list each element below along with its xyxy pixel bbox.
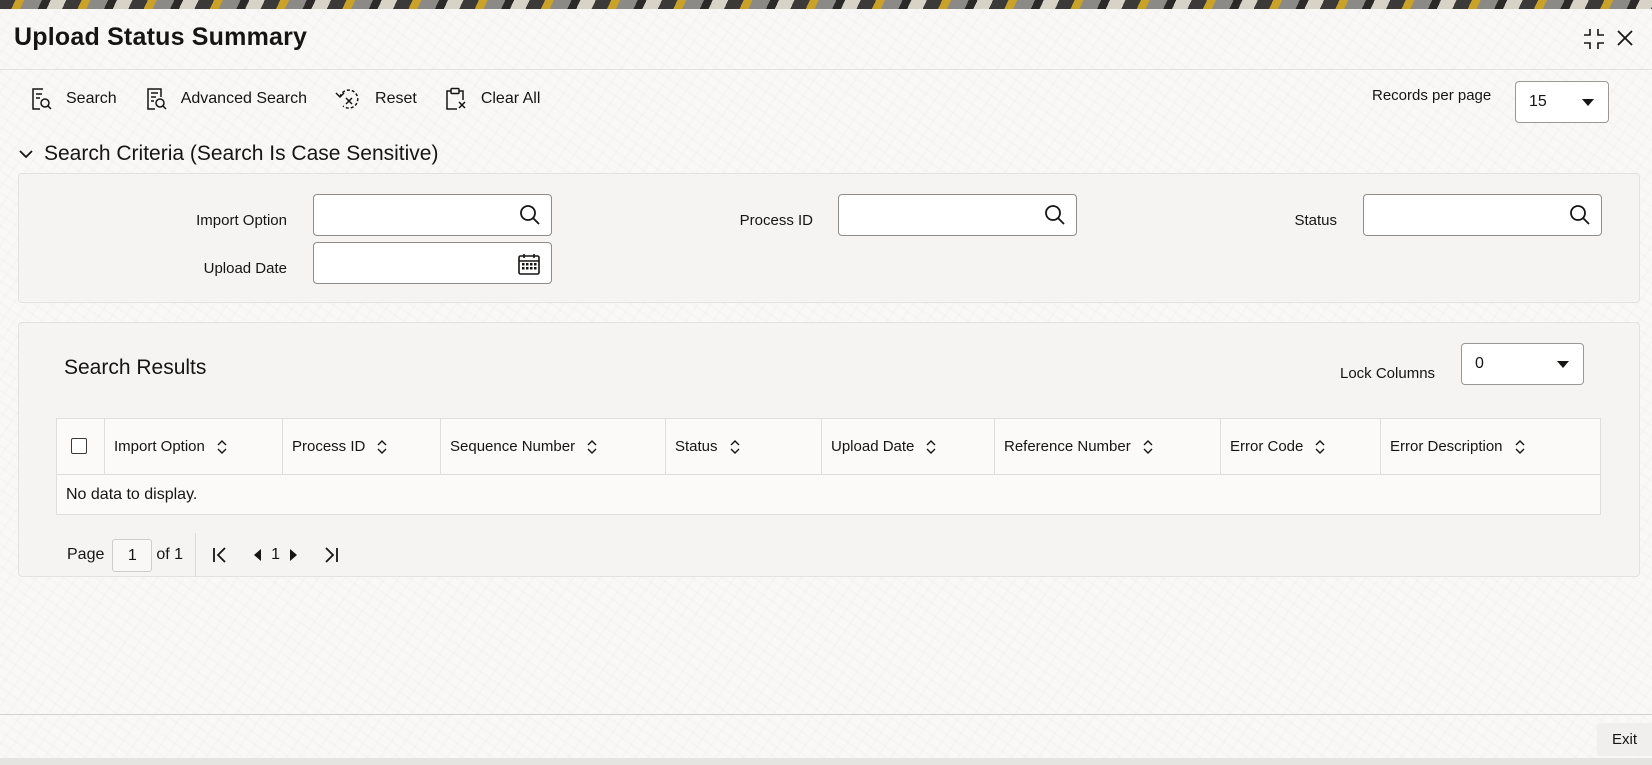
sort-icon xyxy=(1143,439,1153,454)
upload-status-summary-window: Upload Status Summary Search Advanced Se… xyxy=(0,9,1652,765)
lock-columns-value: 0 xyxy=(1475,355,1484,372)
search-button[interactable]: Search xyxy=(30,87,117,111)
page-number-input[interactable]: 1 xyxy=(112,538,153,572)
bottom-edge xyxy=(0,758,1652,765)
column-header-sequence-number[interactable]: Sequence Number xyxy=(440,419,665,474)
column-header-status[interactable]: Status xyxy=(665,419,821,474)
records-per-page-value: 15 xyxy=(1529,93,1547,110)
header-divider xyxy=(0,69,1652,70)
page-title: Upload Status Summary xyxy=(14,23,308,51)
import-option-field[interactable] xyxy=(313,194,552,236)
page-label: Page xyxy=(67,546,105,563)
column-header-reference-number[interactable]: Reference Number xyxy=(994,419,1220,474)
sort-icon xyxy=(377,439,387,454)
advanced-search-button-label: Advanced Search xyxy=(180,90,308,107)
magnifier-icon[interactable] xyxy=(1569,204,1591,231)
column-label: Error Description xyxy=(1390,438,1503,455)
chevron-down-icon xyxy=(1582,99,1594,106)
clear-all-icon xyxy=(446,87,466,110)
first-page-icon[interactable] xyxy=(212,547,228,563)
search-button-label: Search xyxy=(66,90,117,107)
magnifier-icon[interactable] xyxy=(519,204,541,231)
search-results-heading: Search Results xyxy=(64,356,207,379)
reset-button-label: Reset xyxy=(375,90,417,107)
sort-icon xyxy=(1315,439,1325,454)
column-label: Upload Date xyxy=(831,438,915,455)
column-header-import-option[interactable]: Import Option xyxy=(104,419,282,474)
current-page-number: 1 xyxy=(271,546,280,563)
collapse-icon[interactable] xyxy=(1582,27,1606,56)
lock-columns-select[interactable]: 0 xyxy=(1461,343,1584,385)
upload-date-field[interactable] xyxy=(313,242,552,284)
records-per-page-label: Records per page xyxy=(1372,87,1492,104)
process-id-field[interactable] xyxy=(838,194,1077,236)
column-label: Process ID xyxy=(292,438,366,455)
reset-button[interactable]: Reset xyxy=(335,87,417,111)
calendar-icon[interactable] xyxy=(517,252,541,281)
footer-divider xyxy=(0,714,1652,715)
advanced-search-button[interactable]: Advanced Search xyxy=(145,87,307,111)
upload-date-label: Upload Date xyxy=(203,260,287,277)
sort-icon xyxy=(217,439,227,454)
search-criteria-heading: Search Criteria (Search Is Case Sensitiv… xyxy=(44,142,439,165)
chevron-down-icon xyxy=(19,150,33,159)
column-label: Status xyxy=(675,438,718,455)
table-header: Import Option Process ID Sequence Number… xyxy=(57,419,1600,475)
sort-icon xyxy=(730,439,740,454)
pagination-divider xyxy=(195,533,197,577)
empty-results-message: No data to display. xyxy=(66,486,198,503)
reset-icon xyxy=(335,89,359,109)
pagination: Page 1 of 1 1 xyxy=(67,533,339,577)
sort-icon xyxy=(1515,439,1525,454)
exit-button[interactable]: Exit xyxy=(1597,723,1652,756)
column-label: Sequence Number xyxy=(450,438,576,455)
column-label: Error Code xyxy=(1230,438,1304,455)
lock-columns-label: Lock Columns xyxy=(1340,365,1436,382)
column-label: Import Option xyxy=(114,438,205,455)
select-all-checkbox[interactable] xyxy=(71,438,87,454)
app-banner-strip xyxy=(0,0,1652,9)
search-criteria-panel: Import Option Process ID Status Upload D… xyxy=(18,173,1640,303)
records-per-page-select[interactable]: 15 xyxy=(1515,81,1609,123)
clear-all-button[interactable]: Clear All xyxy=(445,87,541,111)
sort-icon xyxy=(587,439,597,454)
previous-page-icon[interactable] xyxy=(252,548,262,562)
results-table: Import Option Process ID Sequence Number… xyxy=(56,418,1601,515)
column-label: Reference Number xyxy=(1004,438,1131,455)
last-page-icon[interactable] xyxy=(323,547,339,563)
close-icon[interactable] xyxy=(1614,27,1636,54)
search-criteria-toggle[interactable]: Search Criteria (Search Is Case Sensitiv… xyxy=(18,142,438,166)
toolbar: Search Advanced Search Reset Clear All xyxy=(30,84,568,114)
search-icon xyxy=(32,88,52,110)
advanced-search-icon xyxy=(146,88,167,110)
magnifier-icon[interactable] xyxy=(1044,204,1066,231)
page-count-label: of 1 xyxy=(156,546,184,563)
import-option-label: Import Option xyxy=(196,212,287,229)
column-header-process-id[interactable]: Process ID xyxy=(282,419,440,474)
column-header-error-code[interactable]: Error Code xyxy=(1220,419,1380,474)
clear-all-button-label: Clear All xyxy=(480,90,541,107)
next-page-icon[interactable] xyxy=(289,548,299,562)
chevron-down-icon xyxy=(1557,361,1569,368)
process-id-label: Process ID xyxy=(739,212,813,229)
status-field[interactable] xyxy=(1363,194,1602,236)
sort-icon xyxy=(926,439,936,454)
column-header-upload-date[interactable]: Upload Date xyxy=(821,419,994,474)
column-header-error-description[interactable]: Error Description xyxy=(1380,419,1600,474)
status-label: Status xyxy=(1294,212,1337,229)
